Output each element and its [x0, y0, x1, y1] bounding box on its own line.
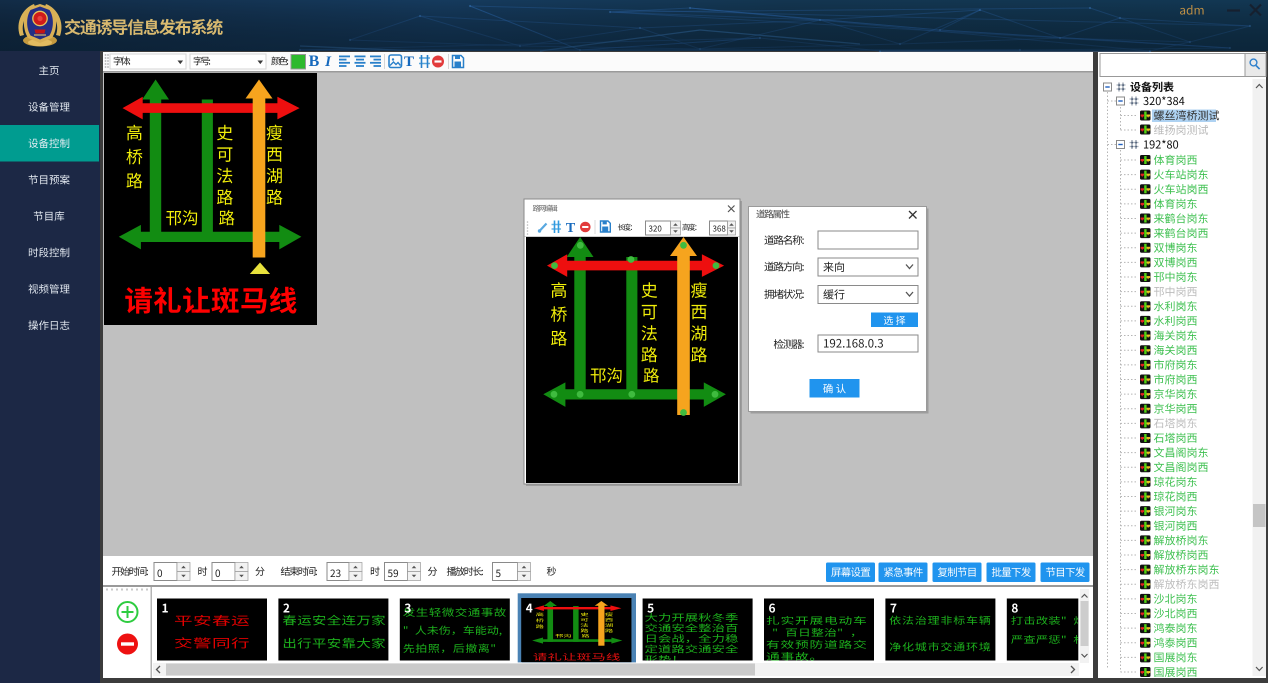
svg-text:I: I [324, 54, 332, 70]
svg-text:T: T [566, 221, 576, 236]
svg-text:B: B [309, 53, 320, 70]
svg-text:T: T [404, 54, 414, 70]
